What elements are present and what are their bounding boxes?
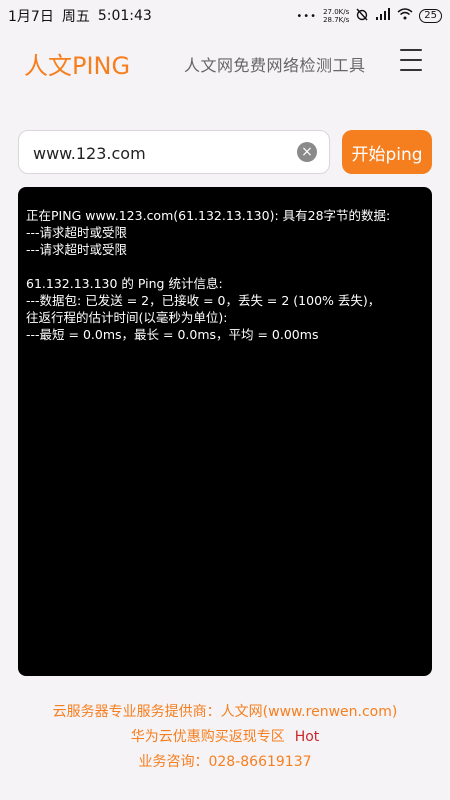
promo-line: 华为云优惠购买返现专区 Hot	[0, 725, 450, 750]
more-dots-icon: •••	[296, 10, 318, 22]
app-title: 人文PING	[24, 52, 131, 80]
network-speed-down: 28.7K/s	[323, 16, 350, 24]
network-speed: 27.0K/s 28.7K/s	[323, 8, 349, 24]
alarm-off-icon	[355, 7, 369, 25]
menu-line	[400, 69, 422, 71]
console-line: 61.132.13.130 的 Ping 统计信息:	[26, 276, 223, 291]
network-speed-up: 27.0K/s	[323, 8, 350, 16]
status-time: 5:01:43	[97, 8, 152, 24]
host-input[interactable]	[31, 131, 295, 175]
provider-link[interactable]: 云服务器专业服务提供商：人文网(www.renwen.com)	[0, 700, 450, 725]
console-line: ---请求超时或受限	[26, 242, 128, 257]
contact-phone[interactable]: 业务咨询：028-86619137	[0, 750, 450, 775]
status-date: 1月7日	[8, 9, 54, 25]
console-line: 正在PING www.123.com(61.132.13.130): 具有28字…	[26, 208, 391, 223]
promo-link[interactable]: 华为云优惠购买返现专区	[131, 729, 285, 745]
clear-icon[interactable]: ×	[297, 142, 317, 162]
menu-icon[interactable]	[400, 49, 422, 71]
search-box: ×	[18, 130, 330, 175]
status-bar: 1月7日 周五 5:01:43 ••• 27.0K/s 28.7K/s 25	[0, 0, 450, 32]
hot-badge: Hot	[294, 729, 320, 745]
console-line: ---数据包: 已发送 = 2，已接收 = 0，丢失 = 2 (100% 丢失)…	[26, 293, 381, 308]
menu-line	[400, 49, 422, 51]
console-line: 往返行程的估计时间(以毫秒为单位):	[26, 310, 228, 325]
menu-line	[400, 59, 422, 61]
console-line: ---最短 = 0.0ms，最长 = 0.0ms，平均 = 0.00ms	[26, 327, 319, 342]
wifi-icon	[397, 8, 413, 24]
console-line: ---请求超时或受限	[26, 225, 128, 240]
ping-output-console: 正在PING www.123.com(61.132.13.130): 具有28字…	[18, 187, 432, 676]
start-ping-button[interactable]: 开始ping	[342, 130, 432, 174]
status-left: 1月7日 周五 5:01:43	[8, 6, 152, 26]
status-weekday: 周五	[61, 9, 90, 25]
app-subtitle: 人文网免费网络检测工具	[184, 56, 366, 75]
status-right: ••• 27.0K/s 28.7K/s 25	[296, 7, 442, 25]
footer: 云服务器专业服务提供商：人文网(www.renwen.com) 华为云优惠购买返…	[0, 700, 450, 775]
app-header: 人文PING 人文网免费网络检测工具	[0, 40, 450, 86]
signal-icon	[375, 8, 391, 24]
battery-indicator: 25	[419, 9, 442, 23]
